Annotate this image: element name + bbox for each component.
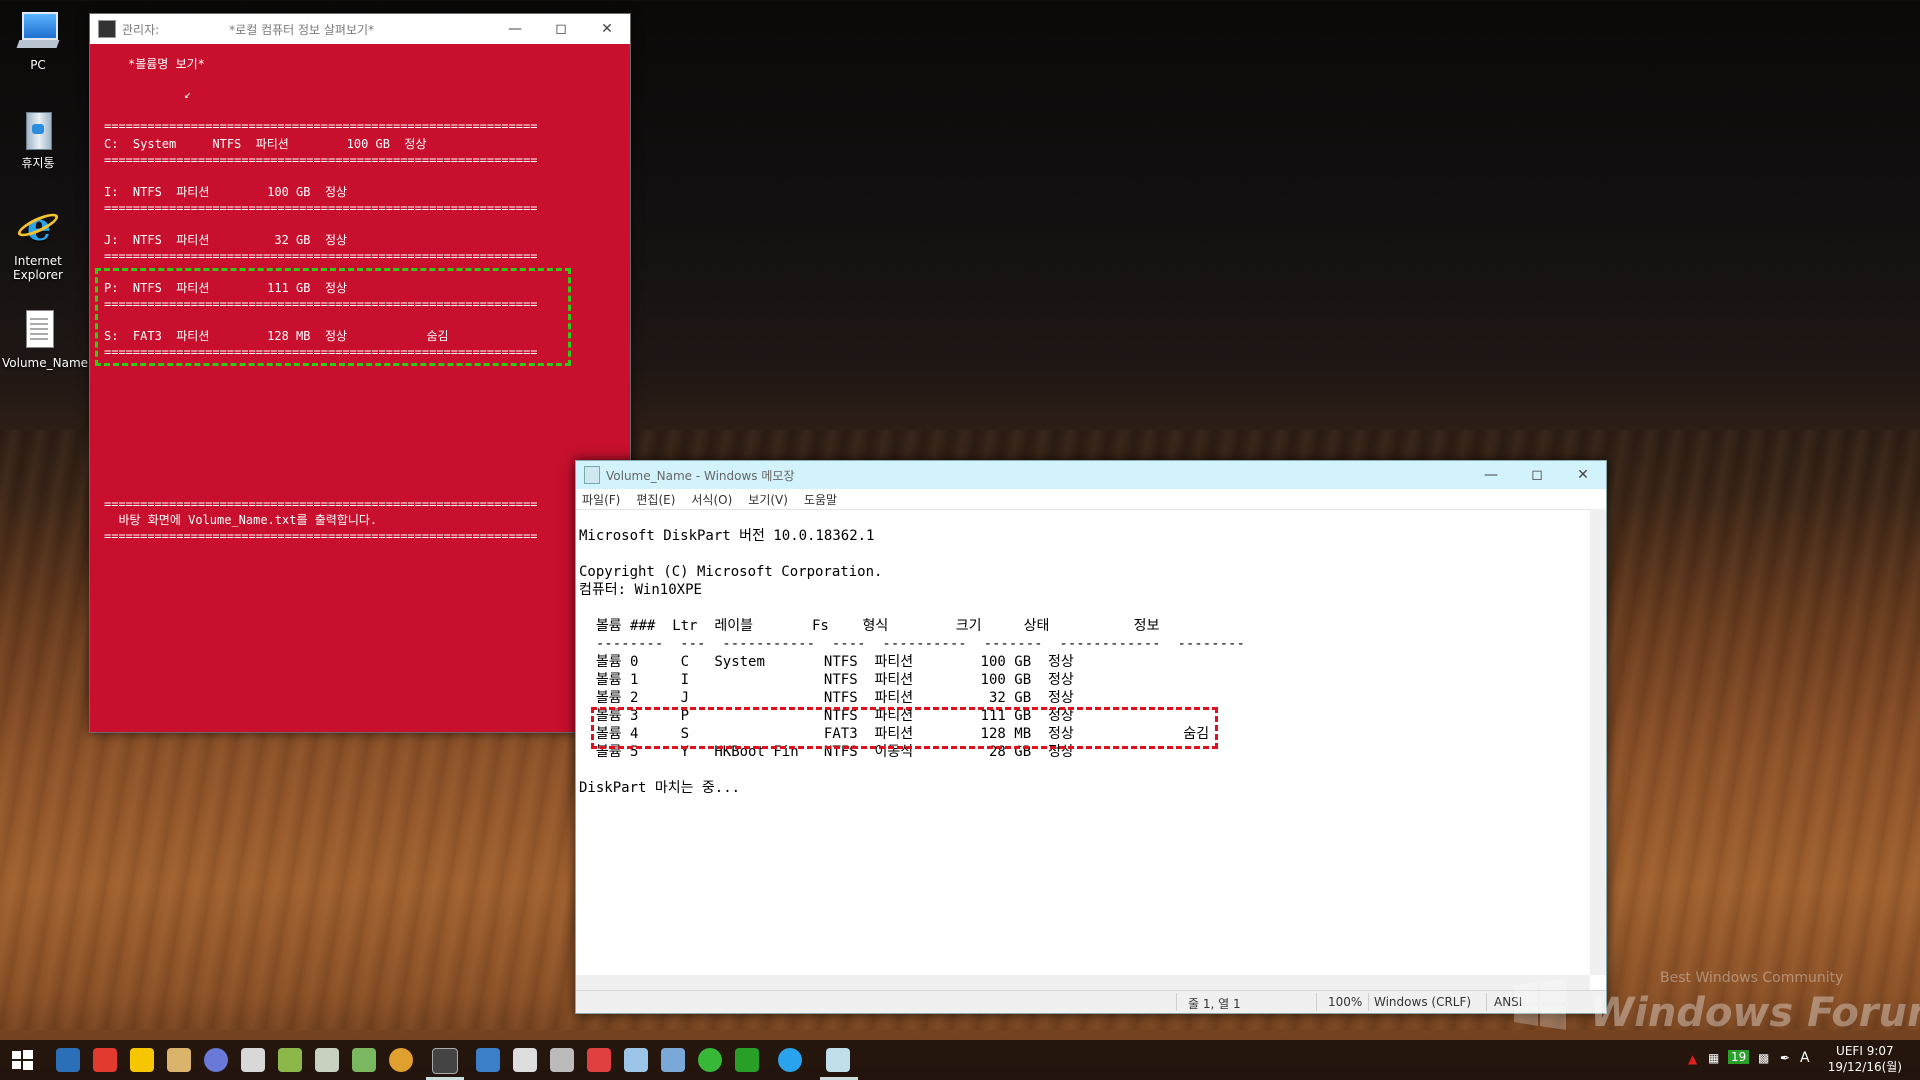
desktop-icon-label: PC bbox=[30, 58, 46, 72]
console-cursor: ↙ bbox=[184, 87, 192, 101]
desktop-icon-label: Internet Explorer bbox=[13, 254, 63, 282]
console-separator: ========================================… bbox=[104, 497, 538, 511]
console-separator: ========================================… bbox=[104, 249, 538, 263]
refresh-icon[interactable] bbox=[698, 1048, 722, 1072]
chrome-icon[interactable] bbox=[389, 1048, 413, 1072]
clock-uefi: UEFI bbox=[1836, 1044, 1863, 1058]
vertical-scrollbar[interactable] bbox=[1590, 509, 1606, 975]
text-line: -------- --- ----------- ---- ----------… bbox=[579, 636, 1245, 652]
console-separator: ========================================… bbox=[104, 529, 538, 543]
notepad-titlebar[interactable]: Volume_Name - Windows 메모장 — ◻ ✕ bbox=[576, 461, 1606, 489]
status-zoom: 100% bbox=[1328, 995, 1363, 1009]
console-output-message: 바탕 화면에 Volume_Name.txt를 출력합니다. bbox=[104, 513, 378, 527]
drive-icon[interactable] bbox=[278, 1048, 302, 1072]
tray-display-icon[interactable]: ▩ bbox=[1758, 1051, 1769, 1065]
console-line: I: NTFS 파티션 100 GB 정상 bbox=[104, 185, 348, 199]
tray-pen-icon[interactable]: ✒ bbox=[1780, 1051, 1790, 1065]
close-button[interactable]: ✕ bbox=[1560, 461, 1606, 489]
notepad-statusbar: 줄 1, 열 1 100% Windows (CRLF) ANSI bbox=[576, 990, 1606, 1013]
hex-editor-icon[interactable] bbox=[735, 1048, 759, 1072]
tray-badge[interactable]: 19 bbox=[1728, 1050, 1750, 1064]
console-window[interactable]: 관리자: *로컬 컴퓨터 정보 살펴보기* — ◻ ✕ *볼륨명 보기* ↙ =… bbox=[89, 13, 631, 733]
browser-icon[interactable] bbox=[204, 1048, 228, 1072]
desktop-icon-pc[interactable]: PC bbox=[2, 10, 74, 72]
console-line: C: System NTFS 파티션 100 GB 정상 bbox=[104, 137, 427, 151]
console-separator: ========================================… bbox=[104, 153, 538, 167]
minimize-button[interactable]: — bbox=[492, 14, 538, 44]
tray-ime[interactable]: A bbox=[1800, 1050, 1810, 1066]
console-separator: ========================================… bbox=[104, 119, 538, 133]
console-heading: *볼륨명 보기* bbox=[128, 57, 205, 71]
notepad-window[interactable]: Volume_Name - Windows 메모장 — ◻ ✕ 파일(F) 편집… bbox=[575, 460, 1607, 1014]
menu-help[interactable]: 도움말 bbox=[804, 491, 837, 508]
notepad-icon[interactable] bbox=[826, 1048, 850, 1072]
maximize-button[interactable]: ◻ bbox=[1514, 461, 1560, 489]
notepad-text-area[interactable]: Microsoft DiskPart 버전 10.0.18362.1 Copyr… bbox=[579, 527, 1586, 973]
security-icon[interactable] bbox=[513, 1048, 537, 1072]
text-line: 볼륨 2 J NTFS 파티션 32 GB 정상 bbox=[579, 690, 1074, 706]
status-position: 줄 1, 열 1 bbox=[1188, 997, 1241, 1011]
notepad-app-icon bbox=[584, 466, 600, 484]
maximize-button[interactable]: ◻ bbox=[538, 14, 584, 44]
console-line: J: NTFS 파티션 32 GB 정상 bbox=[104, 233, 348, 247]
notepad-title: Volume_Name - Windows 메모장 bbox=[606, 468, 795, 483]
disk-icon[interactable] bbox=[352, 1048, 376, 1072]
usb-icon[interactable] bbox=[315, 1048, 339, 1072]
clock[interactable]: UEFI 9:07 19/12/16(월) bbox=[1828, 1043, 1902, 1075]
clock-time: 9:07 bbox=[1866, 1044, 1894, 1058]
console-title-admin: 관리자: bbox=[122, 22, 160, 37]
menu-view[interactable]: 보기(V) bbox=[748, 491, 788, 508]
taskbar: ▲ ▦ 19 ▩ ✒ A UEFI 9:07 19/12/16(월) bbox=[0, 1040, 1920, 1080]
start-icon[interactable] bbox=[10, 1048, 34, 1072]
desktop-icon-internet-explorer[interactable]: e Internet Explorer bbox=[2, 206, 74, 283]
menu-file[interactable]: 파일(F) bbox=[582, 491, 620, 508]
console-app-icon bbox=[98, 20, 116, 38]
text-line: DiskPart 마치는 중... bbox=[579, 780, 741, 796]
menu-edit[interactable]: 편집(E) bbox=[636, 491, 675, 508]
text-line: 볼륨 1 I NTFS 파티션 100 GB 정상 bbox=[579, 672, 1074, 688]
windows-logo-watermark bbox=[1514, 978, 1566, 1030]
system-info-icon[interactable] bbox=[56, 1048, 80, 1072]
recycle-bin-icon bbox=[16, 108, 60, 152]
computer-icon bbox=[16, 10, 60, 54]
minimize-button[interactable]: — bbox=[1468, 461, 1514, 489]
menu-format[interactable]: 서식(O) bbox=[691, 491, 732, 508]
copy-icon[interactable] bbox=[661, 1048, 685, 1072]
text-file-icon bbox=[16, 308, 60, 352]
desktop-icon-label: 휴지통 bbox=[21, 156, 55, 170]
registry-icon[interactable] bbox=[241, 1048, 265, 1072]
console-title: *로컬 컴퓨터 정보 살펴보기* bbox=[229, 22, 375, 37]
tools-icon[interactable] bbox=[550, 1048, 574, 1072]
tiles-icon[interactable] bbox=[587, 1048, 611, 1072]
desktop-icon-label: Volume_Name bbox=[2, 356, 89, 370]
notepad-menubar: 파일(F) 편집(E) 서식(O) 보기(V) 도움말 bbox=[576, 489, 1606, 509]
close-button[interactable]: ✕ bbox=[584, 14, 630, 44]
file-icon[interactable] bbox=[624, 1048, 648, 1072]
text-line: 볼륨 0 C System NTFS 파티션 100 GB 정상 bbox=[579, 654, 1074, 670]
watermark-small: Best Windows Community bbox=[1660, 970, 1844, 986]
highlight-box-red bbox=[591, 707, 1218, 749]
desktop-icon-volume-name[interactable]: Volume_Name bbox=[2, 308, 89, 370]
text-line: 컴퓨터: Win10XPE bbox=[579, 582, 702, 598]
horizontal-scrollbar[interactable] bbox=[576, 975, 1590, 991]
console-titlebar[interactable]: 관리자: *로컬 컴퓨터 정보 살펴보기* — ◻ ✕ bbox=[90, 14, 630, 44]
highlight-box-green bbox=[95, 268, 571, 366]
console-icon[interactable] bbox=[432, 1048, 458, 1074]
desktop-icon-recycle-bin[interactable]: 휴지통 bbox=[2, 108, 74, 170]
text-line: 볼륨 ### Ltr 레이블 Fs 형식 크기 상태 정보 bbox=[579, 618, 1160, 634]
internet-explorer-icon: e bbox=[15, 206, 61, 250]
text-line: Copyright (C) Microsoft Corporation. bbox=[579, 564, 883, 580]
tray-network-icon[interactable]: ▦ bbox=[1708, 1051, 1719, 1065]
text-line: Microsoft DiskPart 버전 10.0.18362.1 bbox=[579, 528, 875, 544]
internet-explorer-icon[interactable] bbox=[778, 1048, 802, 1072]
potplayer-icon[interactable] bbox=[130, 1048, 154, 1072]
anydesk-icon[interactable] bbox=[93, 1048, 117, 1072]
console-separator: ========================================… bbox=[104, 201, 538, 215]
clock-date: 19/12/16(월) bbox=[1827, 1060, 1902, 1074]
status-line-ending: Windows (CRLF) bbox=[1374, 995, 1472, 1009]
explorer-icon[interactable] bbox=[167, 1048, 191, 1072]
network-icon[interactable] bbox=[476, 1048, 500, 1072]
tray-arrow-icon[interactable]: ▲ bbox=[1688, 1052, 1697, 1066]
watermark-big: Windows Forum bbox=[1590, 990, 1920, 1036]
